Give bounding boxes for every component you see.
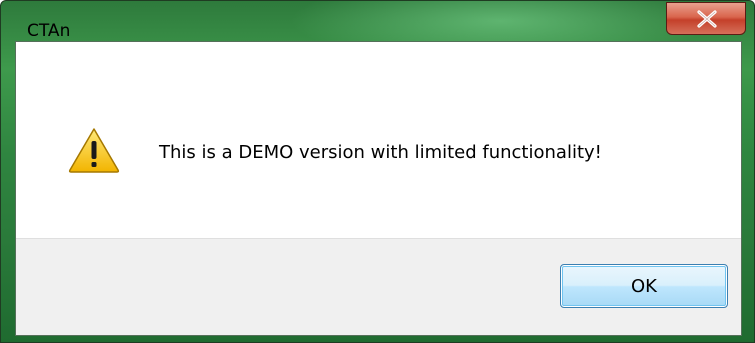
dialog-window: CTAn This is a DEMO version with limited…	[0, 0, 755, 343]
warning-icon	[68, 128, 120, 173]
dialog-message: This is a DEMO version with limited func…	[159, 142, 602, 163]
message-area: This is a DEMO version with limited func…	[16, 42, 741, 238]
dialog-content: This is a DEMO version with limited func…	[15, 41, 742, 336]
window-title: CTAn	[27, 21, 71, 41]
close-button[interactable]	[666, 2, 746, 35]
ok-button[interactable]: OK	[560, 264, 728, 308]
close-icon	[697, 10, 717, 28]
button-bar: OK	[16, 238, 741, 335]
